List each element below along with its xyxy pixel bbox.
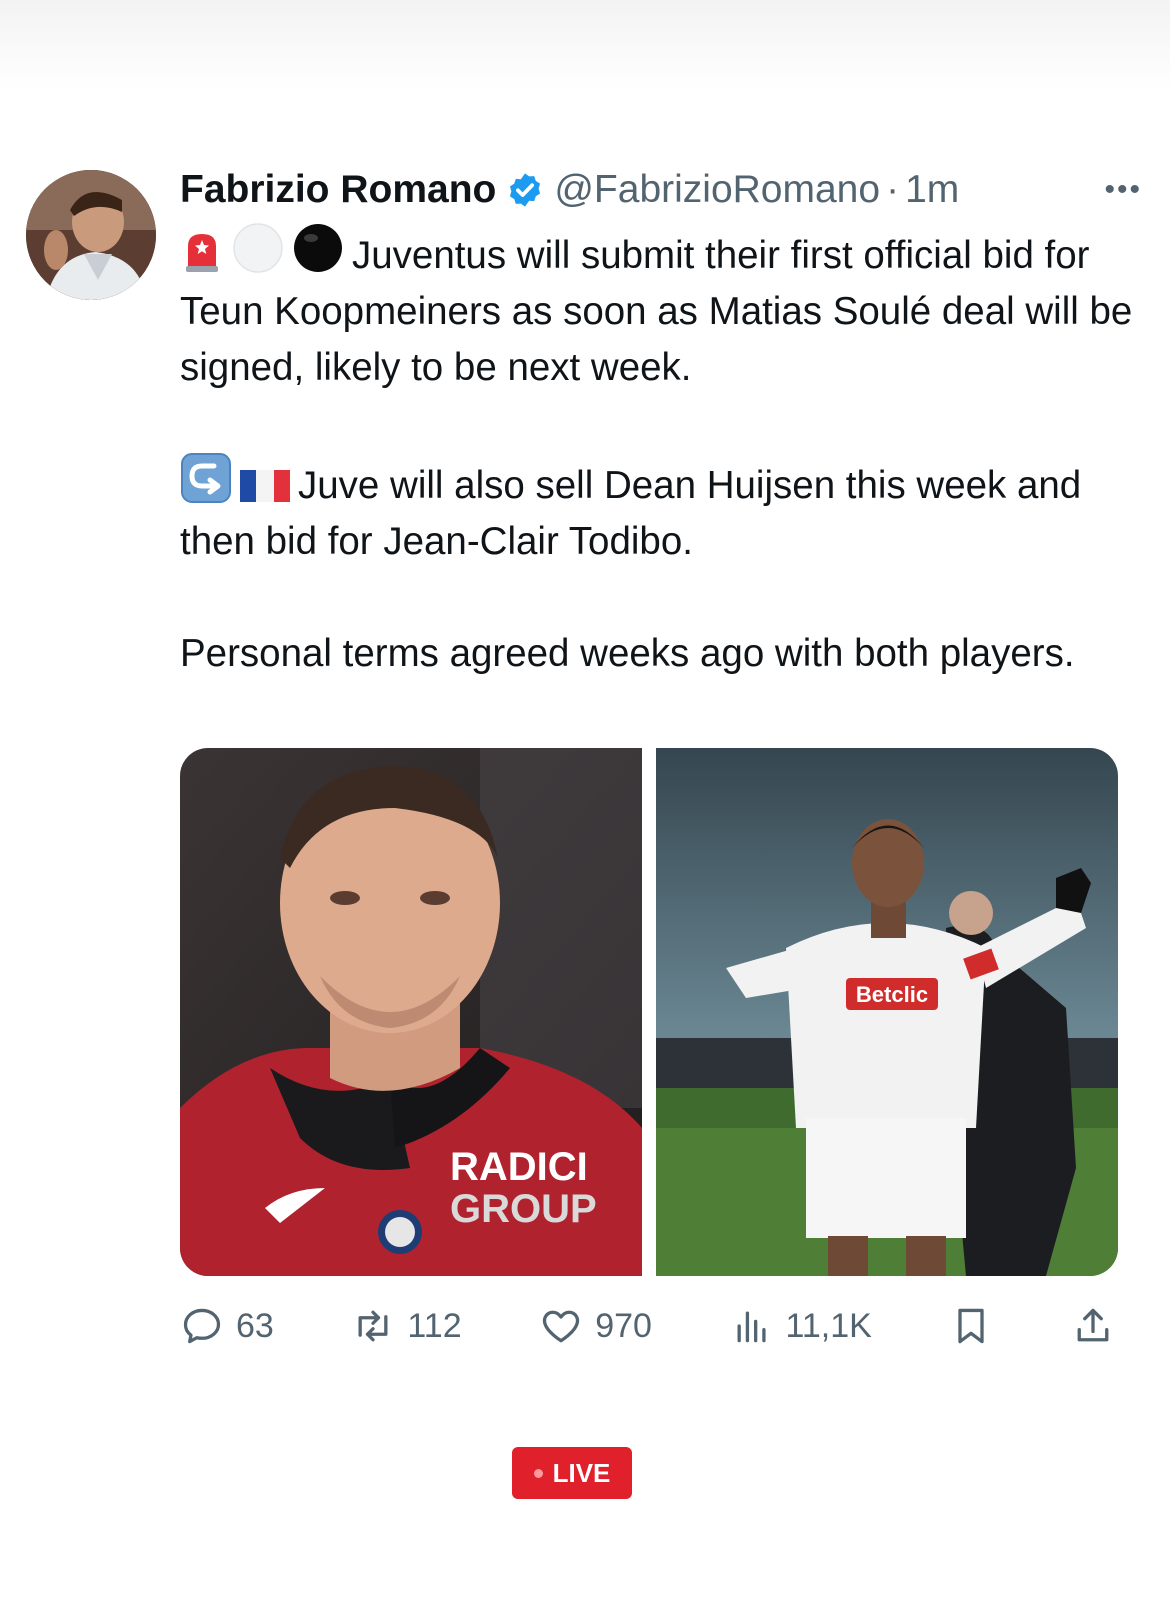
tweet-actions: 63 112 970 11,1K (180, 1298, 1115, 1354)
shirt-sponsor-line1: RADICI (450, 1145, 588, 1189)
avatar[interactable] (26, 170, 156, 300)
repost-icon (351, 1304, 395, 1348)
right-arrow-curving-left-icon (180, 452, 232, 504)
live-badge[interactable]: LIVE (512, 1447, 632, 1499)
shirt-sponsor-line2: GROUP (450, 1187, 597, 1231)
tweet-header: Fabrizio Romano @FabrizioRomano · 1m (180, 168, 1140, 212)
top-fade (0, 0, 1170, 90)
more-options-button[interactable]: ••• (1104, 168, 1142, 212)
views-count: 11,1K (785, 1306, 872, 1345)
live-label: LIVE (552, 1457, 611, 1488)
shirt-sponsor-right: Betclic (856, 982, 928, 1007)
timestamp[interactable]: 1m (905, 168, 959, 212)
tweet-paragraph-2: Juve will also sell Dean Huijsen this we… (180, 452, 1140, 570)
repost-button[interactable]: 112 (351, 1304, 462, 1348)
repost-count: 112 (407, 1306, 462, 1345)
photo-left[interactable]: RADICI GROUP (180, 748, 642, 1276)
views-button[interactable]: 11,1K (730, 1304, 872, 1348)
author-handle[interactable]: @FabrizioRomano (554, 168, 880, 212)
heart-icon (539, 1304, 583, 1348)
bookmark-icon (949, 1304, 993, 1348)
france-flag-icon (240, 468, 290, 504)
bookmark-button[interactable] (949, 1304, 993, 1348)
photo-right[interactable]: Betclic (656, 748, 1118, 1276)
live-dot-icon (533, 1468, 543, 1478)
tweet-media: RADICI GROUP Betclic (180, 748, 1118, 1276)
rotating-light-icon (180, 230, 224, 274)
views-chart-icon (730, 1304, 774, 1348)
author-name[interactable]: Fabrizio Romano (180, 168, 496, 212)
tweet-text: Juventus will submit their first officia… (180, 222, 1140, 682)
share-button[interactable] (1071, 1304, 1115, 1348)
tweet-paragraph-2-text: Juve will also sell Dean Huijsen this we… (180, 464, 1082, 563)
reply-count: 63 (236, 1306, 274, 1345)
header-separator: · (886, 168, 900, 211)
tweet-paragraph-1: Juventus will submit their first officia… (180, 222, 1140, 396)
white-circle-icon (232, 222, 284, 274)
verified-badge-icon (506, 171, 544, 209)
reply-button[interactable]: 63 (180, 1304, 274, 1348)
like-button[interactable]: 970 (539, 1304, 652, 1348)
reply-icon (180, 1304, 224, 1348)
like-count: 970 (595, 1306, 652, 1345)
tweet-paragraph-3: Personal terms agreed weeks ago with bot… (180, 632, 1075, 675)
share-icon (1071, 1304, 1115, 1348)
black-circle-icon (292, 222, 344, 274)
